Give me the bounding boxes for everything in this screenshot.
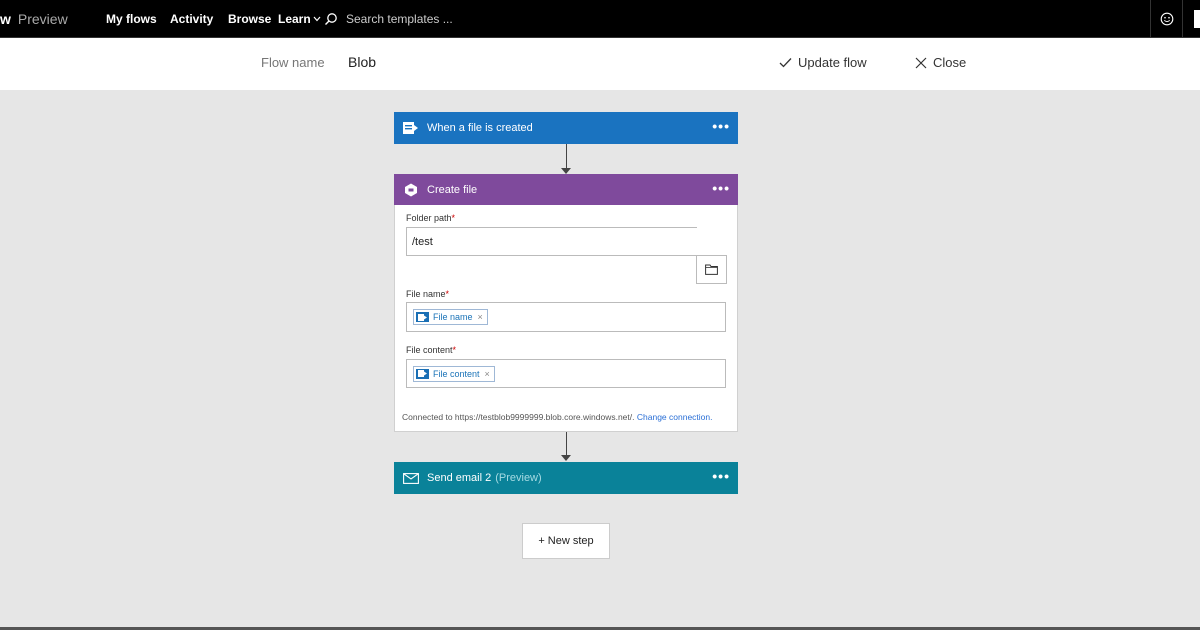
blob-storage-icon [403, 120, 419, 136]
folder-path-label-text: Folder path [406, 213, 452, 223]
nav-learn[interactable]: Learn [278, 0, 321, 38]
create-file-card-header[interactable]: Create file ••• [394, 174, 738, 206]
update-flow-button[interactable]: Update flow [779, 55, 867, 70]
connector-line [566, 144, 567, 168]
close-label: Close [933, 55, 967, 70]
trigger-card-header[interactable]: When a file is created ••• [394, 112, 738, 144]
update-flow-label: Update flow [798, 55, 867, 70]
remove-token-icon[interactable]: × [485, 369, 490, 379]
file-name-label-text: File name [406, 289, 446, 299]
folder-browse-button[interactable] [696, 255, 727, 284]
blob-hex-icon [403, 182, 419, 198]
feedback-button[interactable] [1150, 0, 1183, 38]
connector-arrow [561, 455, 571, 461]
flow-header: Flow name Blob Update flow Close [0, 38, 1200, 90]
mail-icon [403, 470, 419, 486]
nav-my-flows[interactable]: My flows [106, 0, 157, 38]
send-email-more-button[interactable]: ••• [712, 469, 730, 483]
smiley-icon [1160, 12, 1173, 26]
file-name-token[interactable]: File name × [413, 309, 488, 325]
check-icon [779, 58, 792, 68]
folder-path-label: Folder path* [406, 213, 455, 223]
file-content-label-text: File content [406, 345, 453, 355]
folder-icon [705, 264, 718, 275]
file-name-token-label: File name [433, 312, 473, 322]
remove-token-icon[interactable]: × [478, 312, 483, 322]
brand-preview: Preview [17, 11, 68, 27]
file-content-label: File content* [406, 345, 456, 355]
required-mark: * [452, 345, 457, 355]
window-edge [1194, 10, 1200, 28]
search-input[interactable]: Search templates ... [324, 0, 453, 38]
close-button[interactable]: Close [915, 55, 966, 70]
send-email-card-header[interactable]: Send email 2 (Preview) ••• [394, 462, 738, 494]
required-mark: * [451, 213, 456, 223]
preview-tag: (Preview) [495, 472, 542, 484]
new-step-button[interactable]: + New step [522, 523, 610, 559]
file-content-token[interactable]: File content × [413, 365, 495, 382]
flow-name-label: Flow name [261, 55, 325, 70]
nav-browse[interactable]: Browse [228, 0, 271, 38]
connection-text: Connected to https://testblob9999999.blo… [402, 412, 635, 422]
nav-learn-label: Learn [278, 12, 311, 26]
trigger-title: When a file is created [427, 122, 533, 134]
send-email-title: Send email 2 [427, 472, 492, 484]
chevron-down-icon [313, 16, 321, 22]
close-icon [915, 57, 927, 68]
required-mark: * [445, 289, 450, 299]
file-content-token-label: File content [433, 368, 480, 379]
folder-path-input[interactable]: /test [406, 227, 697, 256]
folder-path-value: /test [412, 235, 433, 248]
blob-storage-icon [416, 368, 429, 379]
brand[interactable]: w Preview [0, 0, 68, 38]
search-placeholder: Search templates ... [346, 12, 453, 26]
create-file-more-button[interactable]: ••• [712, 181, 730, 195]
change-connection-link[interactable]: Change connection. [637, 412, 713, 422]
top-nav: w Preview My flows Activity Browse Learn… [0, 0, 1200, 38]
file-name-input[interactable]: File name × [406, 302, 726, 332]
trigger-more-button[interactable]: ••• [712, 119, 730, 133]
create-file-title: Create file [427, 184, 478, 196]
file-name-label: File name* [406, 289, 449, 299]
flow-name-value[interactable]: Blob [348, 54, 376, 70]
brand-letter: w [0, 11, 11, 27]
connection-info: Connected to https://testblob9999999.blo… [402, 412, 713, 422]
blob-storage-icon [416, 312, 429, 322]
nav-activity[interactable]: Activity [170, 0, 213, 38]
file-content-input[interactable]: File content × [406, 359, 726, 388]
search-icon [325, 13, 337, 25]
connector-line [566, 432, 567, 455]
